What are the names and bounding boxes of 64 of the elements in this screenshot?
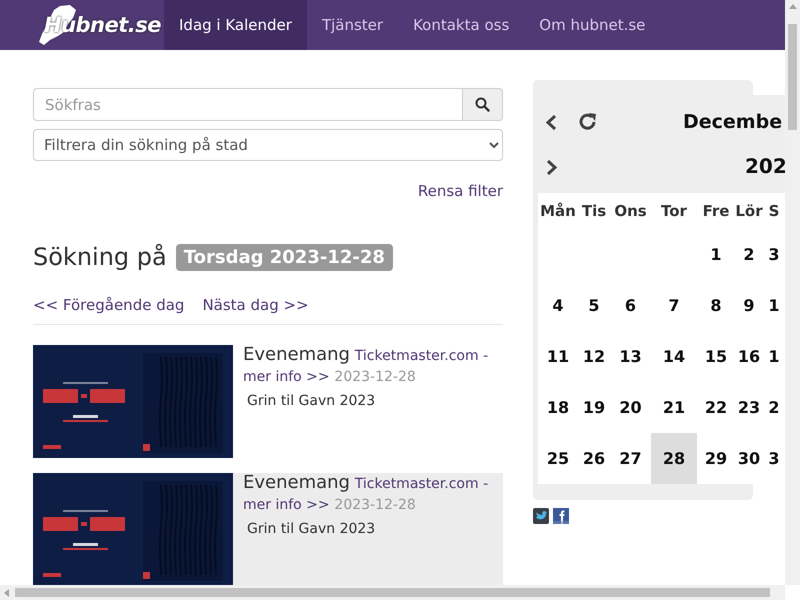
event-description: Grin til Gavn 2023: [247, 392, 376, 411]
nav-link[interactable]: Idag i Kalender: [164, 0, 307, 50]
calendar-day[interactable]: 6: [610, 280, 651, 331]
calendar-day[interactable]: 8: [697, 280, 735, 331]
calendar-day[interactable]: 7: [651, 280, 697, 331]
event-heading[interactable]: Evenemang Ticketmaster.com - mer info >> 2023-12-28: [243, 473, 493, 515]
weekday-header: Lör: [735, 201, 763, 222]
search-button[interactable]: [463, 88, 503, 121]
event-heading[interactable]: Evenemang Ticketmaster.com - mer info >> 2023-12-28: [243, 345, 493, 387]
weekday-header: Mån: [539, 201, 577, 222]
month-label: Decembe: [683, 111, 782, 133]
chevron-right-icon[interactable]: [546, 159, 558, 176]
calendar-day[interactable]: 22: [697, 382, 735, 433]
event-description: Grin til Gavn 2023: [247, 520, 376, 539]
search-heading: Sökning på: [33, 243, 167, 271]
calendar-day[interactable]: 28: [651, 433, 697, 484]
year-label: 202: [745, 154, 785, 178]
calendar-day[interactable]: 1: [763, 331, 785, 382]
calendar-day[interactable]: 27: [610, 433, 651, 484]
weekday-header: S: [768, 201, 780, 222]
bird-icon[interactable]: [533, 508, 549, 524]
calendar-day[interactable]: 16: [735, 331, 763, 382]
calendar-day[interactable]: 1: [697, 229, 735, 280]
calendar-day[interactable]: 4: [538, 280, 578, 331]
chevron-left-icon[interactable]: [545, 114, 557, 131]
calendar-day[interactable]: 30: [735, 433, 763, 484]
search-field[interactable]: Sökfras: [33, 88, 463, 121]
calendar-day[interactable]: 5: [578, 280, 610, 331]
calendar-day[interactable]: 19: [578, 382, 610, 433]
calendar-day[interactable]: 15: [697, 331, 735, 382]
nav-link[interactable]: Tjänster: [306, 0, 398, 50]
calendar-day[interactable]: 14: [651, 331, 697, 382]
previous-day-link[interactable]: << Föregående dag: [33, 296, 184, 314]
calendar-day[interactable]: 20: [610, 382, 651, 433]
calendar-day[interactable]: 29: [697, 433, 735, 484]
next-day-link[interactable]: Nästa dag >>: [202, 296, 309, 314]
nav-link[interactable]: Kontakta oss: [398, 0, 524, 50]
calendar-day[interactable]: 9: [735, 280, 763, 331]
calendar-day[interactable]: 25: [538, 433, 578, 484]
calendar-day[interactable]: 3: [763, 229, 785, 280]
calendar-day[interactable]: 11: [538, 331, 578, 382]
calendar-day[interactable]: 1: [763, 280, 785, 331]
search-icon: [475, 97, 490, 112]
calendar-day[interactable]: 23: [735, 382, 763, 433]
refresh-icon[interactable]: [578, 112, 598, 132]
weekday-header: Ons: [613, 201, 648, 222]
weekday-header: Tis: [580, 201, 608, 222]
clear-filter-link[interactable]: Rensa filter: [418, 182, 503, 200]
date-badge: Torsdag 2023-12-28: [176, 244, 393, 270]
calendar-day[interactable]: 18: [538, 382, 578, 433]
scrollbar-thumb[interactable]: [15, 588, 770, 597]
calendar-day[interactable]: 2: [735, 229, 763, 280]
nav-link[interactable]: Om hubnet.se: [524, 0, 660, 50]
calendar-day[interactable]: 26: [578, 433, 610, 484]
calendar-day[interactable]: 21: [651, 382, 697, 433]
city-filter-dropdown[interactable]: Filtrera din sökning på stad: [33, 129, 503, 161]
calendar-day[interactable]: 12: [578, 331, 610, 382]
scrollbar-thumb[interactable]: [788, 24, 797, 130]
weekday-header: Fre: [702, 201, 730, 222]
weekday-header: Tor: [660, 201, 688, 222]
calendar-day[interactable]: 3: [763, 433, 785, 484]
calendar-day[interactable]: 2: [763, 382, 785, 433]
facebook-icon[interactable]: [553, 508, 569, 524]
calendar-day[interactable]: 13: [610, 331, 651, 382]
